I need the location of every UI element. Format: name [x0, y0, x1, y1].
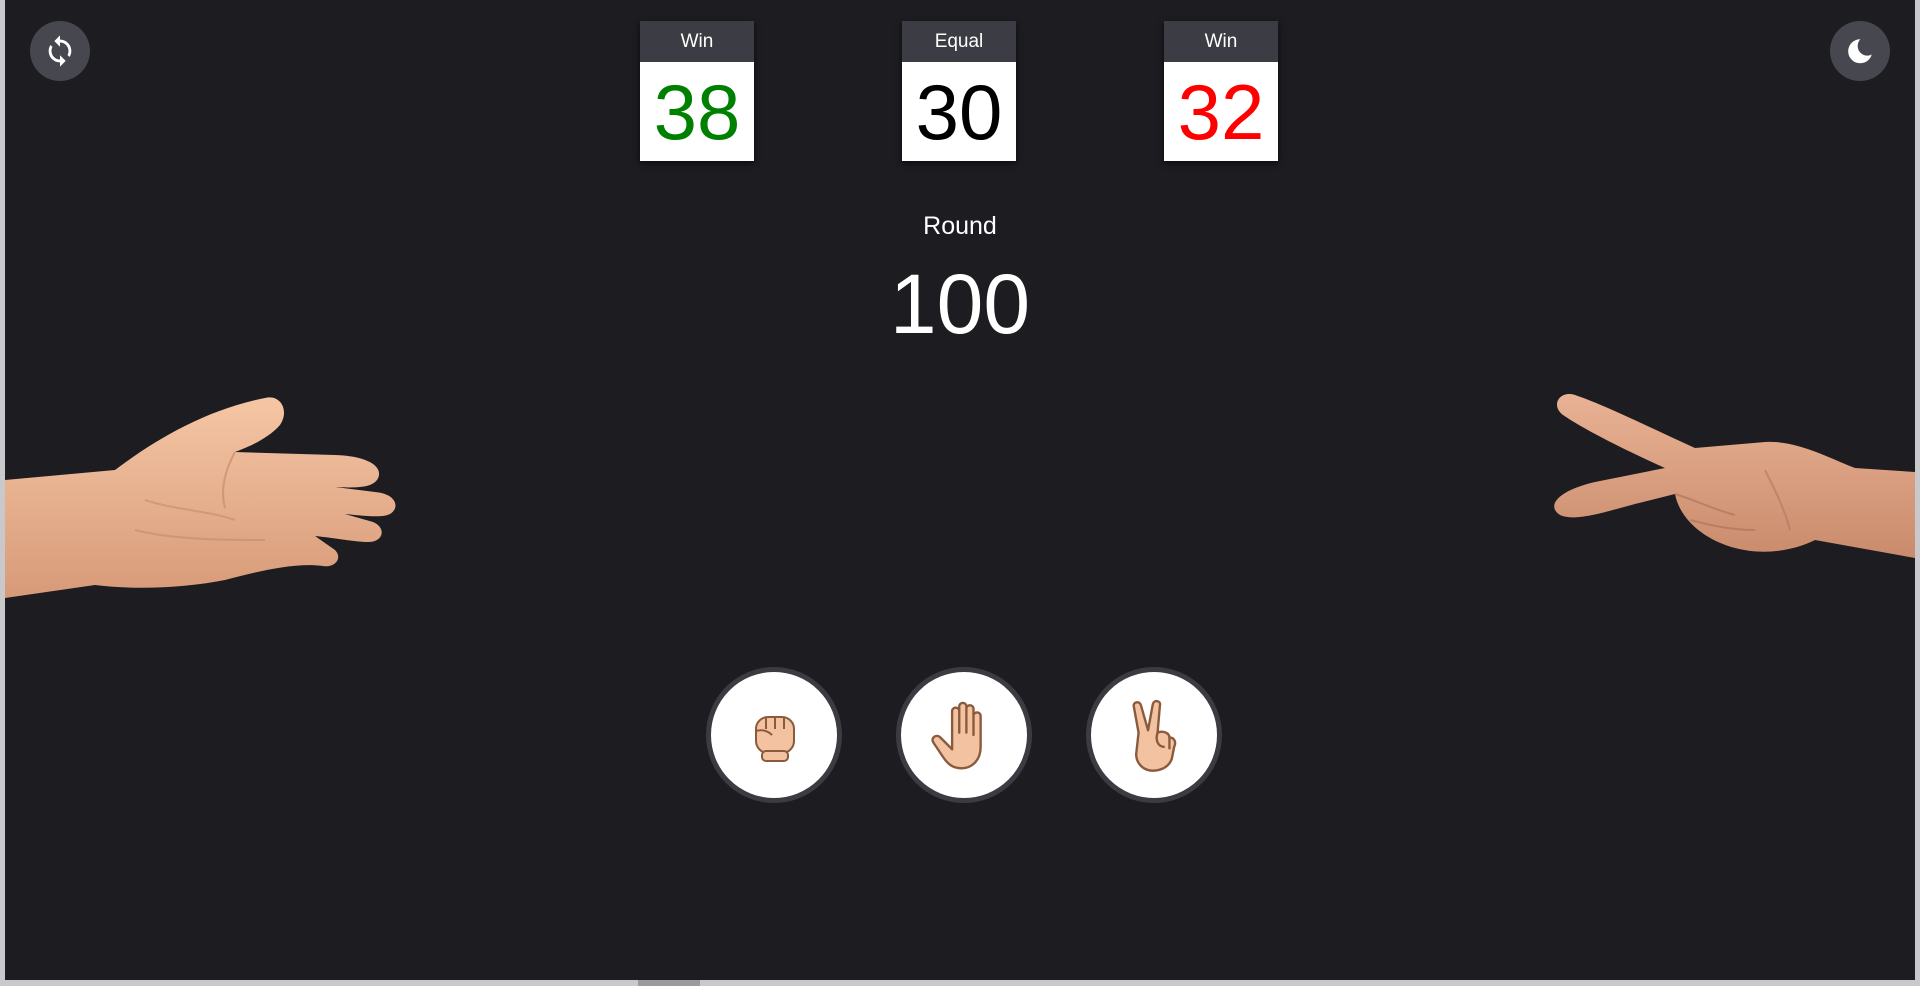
theme-toggle-button[interactable] — [1830, 21, 1890, 81]
scrollbar-thumb[interactable] — [638, 980, 700, 986]
restart-button[interactable] — [30, 21, 90, 81]
draw-count: 30 — [915, 67, 1003, 156]
computer-win-count: 32 — [1177, 67, 1265, 156]
victory-hand-icon — [1132, 699, 1177, 772]
player-win-count: 38 — [653, 67, 741, 156]
computer-hand-scissors — [1554, 394, 1915, 558]
computer-win-card: Win 32 — [1164, 21, 1278, 161]
moon-icon — [1848, 39, 1872, 64]
draw-label: Equal — [902, 21, 1016, 62]
fist-icon — [755, 716, 795, 762]
draw-card: Equal 30 — [902, 21, 1016, 161]
computer-win-label: Win — [1164, 21, 1278, 62]
player-win-label: Win — [640, 21, 754, 62]
paper-button[interactable] — [896, 667, 1032, 803]
rock-button[interactable] — [706, 667, 842, 803]
scissors-button[interactable] — [1086, 667, 1222, 803]
refresh-icon — [48, 35, 72, 67]
round-number: 100 — [889, 257, 1031, 351]
player-win-card: Win 38 — [640, 21, 754, 161]
game-stage: Win 38 Equal 30 Win 32 Round 100 — [5, 0, 1915, 980]
player-hand-paper — [5, 397, 396, 598]
round-label: Round — [923, 212, 997, 240]
open-hand-icon — [931, 701, 982, 770]
